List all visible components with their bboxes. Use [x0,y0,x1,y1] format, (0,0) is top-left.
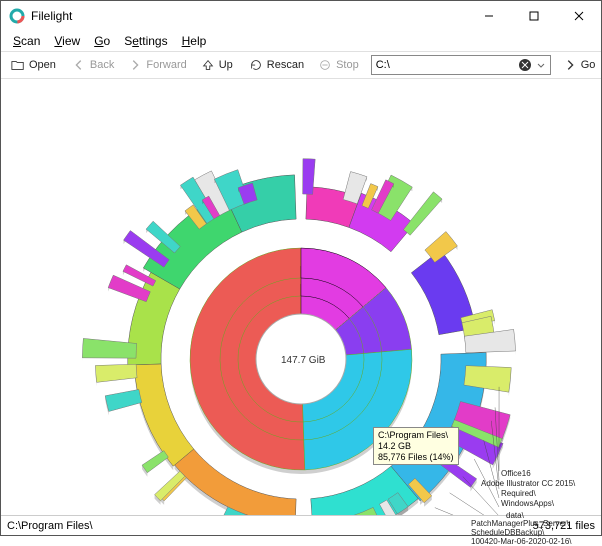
path-input-container [371,55,551,75]
open-button[interactable]: Open [5,56,62,74]
arrow-up-icon [201,58,215,72]
go-label: Go [581,59,596,71]
app-icon [9,8,25,24]
up-button[interactable]: Up [195,56,239,74]
toolbar: Open Back Forward Up Rescan Stop Go [1,51,601,79]
tooltip-files: 85,776 Files (14%) [378,452,454,463]
title-bar: Filelight [1,1,601,31]
maximize-button[interactable] [511,1,556,31]
stop-icon [318,58,332,72]
chevron-right-icon [563,58,577,72]
stop-label: Stop [336,59,359,71]
menu-view[interactable]: View [48,32,86,50]
status-path: C:\Program Files\ [7,520,93,532]
center-size-label: 147.7 GiB [281,355,325,366]
forward-button[interactable]: Forward [122,56,192,74]
tooltip-size: 14.2 GB [378,441,454,452]
window-title: Filelight [31,9,466,23]
clear-icon[interactable] [518,58,532,72]
annotation-illustrator: Adobe Illustrator CC 2015\ [481,479,575,488]
minimize-button[interactable] [466,1,511,31]
annotation-backup-ts: 100420-Mar-06-2020-02-16\ [471,537,572,546]
chevron-right-icon [128,58,142,72]
menu-scan[interactable]: Scan [7,32,46,50]
annotation-patchmanager: PatchManagerPlus_Server\ [471,519,569,528]
segment-tooltip: C:\Program Files\ 14.2 GB 85,776 Files (… [373,427,459,465]
menu-settings[interactable]: Settings [118,32,173,50]
annotation-office16: Office16 [501,469,531,478]
close-button[interactable] [556,1,601,31]
menu-help[interactable]: Help [176,32,213,50]
annotation-required: Required\ [501,489,536,498]
back-label: Back [90,59,114,71]
path-input[interactable] [376,59,518,71]
open-label: Open [29,59,56,71]
forward-label: Forward [146,59,186,71]
sunburst-chart[interactable] [1,79,601,515]
rescan-label: Rescan [267,59,304,71]
sunburst-canvas[interactable]: 147.7 GiB C:\Program Files\ 14.2 GB 85,7… [1,79,601,515]
go-button[interactable]: Go [557,56,602,74]
rescan-button[interactable]: Rescan [243,56,310,74]
refresh-icon [249,58,263,72]
back-button[interactable]: Back [66,56,120,74]
menu-bar: Scan View Go Settings Help [1,31,601,51]
dropdown-icon[interactable] [536,60,546,70]
menu-go[interactable]: Go [88,32,116,50]
folder-open-icon [11,58,25,72]
annotation-windowsapps: WindowsApps\ [501,499,554,508]
tooltip-path: C:\Program Files\ [378,430,454,441]
stop-button[interactable]: Stop [312,56,365,74]
up-label: Up [219,59,233,71]
chevron-left-icon [72,58,86,72]
